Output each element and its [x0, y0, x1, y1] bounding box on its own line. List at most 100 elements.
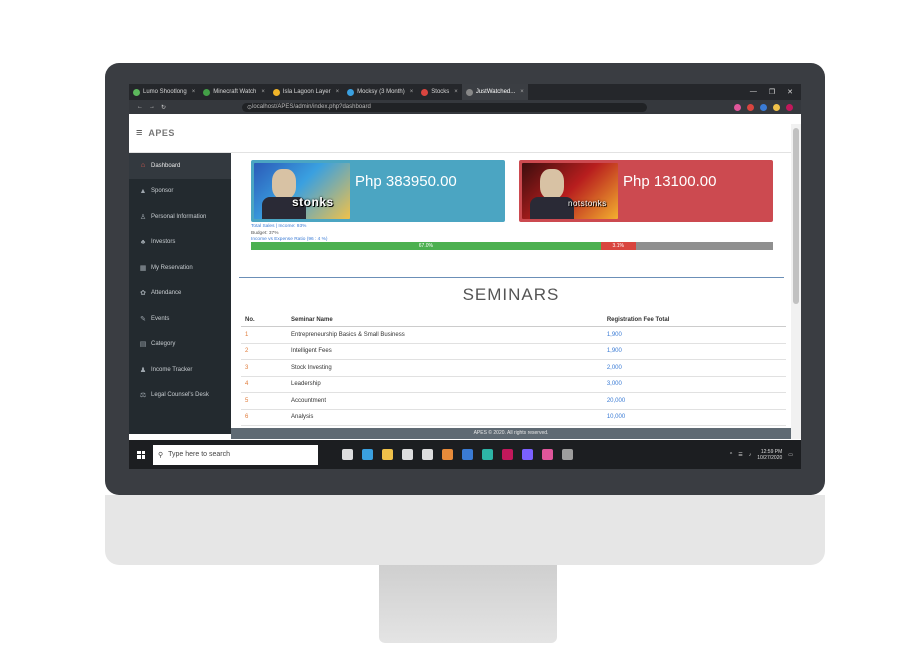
- meme-face: [540, 169, 564, 199]
- taskbar-search[interactable]: ⚲ Type here to search: [153, 444, 318, 465]
- sidebar-item[interactable]: ▤ Category: [129, 332, 231, 358]
- taskbar-app-icon[interactable]: [442, 449, 453, 460]
- taskbar-app-icon[interactable]: [502, 449, 513, 460]
- tab-label: Stocks: [431, 89, 450, 95]
- browser-tab[interactable]: Minecraft Watch ×: [199, 84, 269, 100]
- windows-start-icon[interactable]: [137, 450, 145, 459]
- menu-icon[interactable]: ≡: [136, 127, 142, 139]
- sidebar-item[interactable]: ⚖ Legal Counsel's Desk: [129, 383, 231, 409]
- network-icon[interactable]: ☰: [738, 452, 742, 458]
- sidebar-item-label: Dashboard: [151, 162, 181, 169]
- profile-avatar[interactable]: [786, 103, 793, 111]
- dashboard-content: stonks Php 383950.00 notstonks Php 13100…: [231, 153, 791, 428]
- clock-date: 10/27/2020: [757, 454, 783, 461]
- seminar-name: Accountment: [287, 392, 603, 410]
- close-icon[interactable]: ×: [520, 89, 524, 95]
- browser-tab-bar: Lumo Shootlong × Minecraft Watch × Isla Lago…: [129, 84, 801, 100]
- scrollbar-thumb[interactable]: [793, 128, 799, 304]
- close-window-icon[interactable]: ✕: [787, 88, 793, 96]
- row-number: 3: [241, 359, 287, 377]
- sidebar-item[interactable]: ✎ Events: [129, 306, 231, 332]
- forward-icon[interactable]: →: [149, 104, 155, 110]
- reload-icon[interactable]: ↻: [161, 104, 166, 111]
- app-header: ≡ APES: [129, 114, 801, 153]
- sidebar-item-icon: ▤: [139, 341, 147, 349]
- taskbar-app-icon[interactable]: [562, 449, 573, 460]
- sidebar-item[interactable]: ♣ Investors: [129, 230, 231, 256]
- chevron-up-icon[interactable]: ^: [730, 452, 732, 458]
- sidebar-item-icon: ✎: [140, 315, 146, 323]
- stonks-text: stonks: [292, 195, 334, 209]
- close-icon[interactable]: ×: [336, 89, 340, 95]
- column-header: No.: [241, 313, 287, 327]
- back-icon[interactable]: ←: [137, 104, 143, 110]
- table-row[interactable]: 6 Analysis 10,000: [241, 409, 786, 426]
- monitor-chin: [105, 495, 825, 565]
- income-card[interactable]: stonks Php 383950.00: [251, 160, 505, 222]
- taskbar-app-icon[interactable]: [542, 449, 553, 460]
- tab-label: Mocksy (3 Month): [357, 89, 405, 95]
- table-row[interactable]: 3 Stock Investing 2,000: [241, 359, 786, 377]
- taskbar-app-icon[interactable]: [522, 449, 533, 460]
- registration-fee: 2,000: [602, 359, 786, 377]
- table-row[interactable]: 1 Entrepreneurship Basics & Small Busines…: [241, 326, 786, 344]
- sidebar-item-icon: ♟: [139, 366, 147, 374]
- seminars-table: No. Seminar Name Registration Fee Total …: [241, 313, 786, 426]
- browser-tab[interactable]: Lumo Shootlong ×: [129, 84, 199, 100]
- address-bar[interactable]: ⊙ localhost/APES/admin/index.php?dashboa…: [242, 102, 648, 112]
- sidebar-item[interactable]: ♟ Income Tracker: [129, 357, 231, 383]
- sidebar-item-label: Personal Information: [151, 213, 207, 220]
- maximize-icon[interactable]: ❐: [769, 88, 775, 96]
- minimize-icon[interactable]: —: [750, 88, 757, 96]
- taskbar-app-icon[interactable]: [422, 449, 433, 460]
- taskbar-app-icon[interactable]: [402, 449, 413, 460]
- search-icon: ⚲: [158, 451, 164, 459]
- stonks-image: stonks: [254, 163, 350, 219]
- close-icon[interactable]: ×: [192, 89, 196, 95]
- address-text: localhost/APES/admin/index.php?dashboard: [252, 104, 371, 110]
- taskbar-app-icon[interactable]: [382, 449, 393, 460]
- sidebar-item[interactable]: ♙ Personal Information: [129, 204, 231, 230]
- notification-icon[interactable]: ▭: [788, 452, 793, 458]
- clock[interactable]: 12:59 PM 10/27/2020: [757, 449, 782, 461]
- extension-icon[interactable]: [747, 103, 754, 111]
- sidebar-item[interactable]: ▦ My Reservation: [129, 255, 231, 281]
- registration-fee: 1,900: [602, 343, 786, 360]
- extension-icon[interactable]: [734, 103, 741, 111]
- extension-icon[interactable]: [760, 103, 767, 111]
- browser-tab[interactable]: Mocksy (3 Month) ×: [343, 84, 417, 100]
- sidebar: ⌂ Dashboard ▲ Sponsor ♙ Personal Information ♣…: [129, 153, 231, 434]
- browser-tab[interactable]: Isla Lagoon Layer ×: [269, 84, 343, 100]
- expense-card[interactable]: notstonks Php 13100.00: [519, 160, 773, 222]
- page-scrollbar[interactable]: [791, 124, 801, 439]
- taskbar-app-icon[interactable]: [342, 449, 353, 460]
- table-row[interactable]: 4 Leadership 3,000: [241, 376, 786, 393]
- tab-favicon-icon: [203, 88, 211, 96]
- extensions-area: [734, 103, 801, 111]
- sidebar-item-icon: ⌂: [140, 162, 146, 170]
- sidebar-item-icon: ✿: [140, 290, 146, 298]
- extension-icon[interactable]: [773, 103, 780, 111]
- tab-favicon-icon: [421, 88, 429, 96]
- taskbar-app-icon[interactable]: [482, 449, 493, 460]
- taskbar-app-icon[interactable]: [362, 449, 373, 460]
- browser-tab[interactable]: JustWatched... ×: [461, 84, 528, 100]
- sidebar-item[interactable]: ⌂ Dashboard: [129, 153, 231, 179]
- sidebar-item-label: Legal Counsel's Desk: [151, 392, 209, 399]
- table-row[interactable]: 2 Intelligent Fees 1,900: [241, 343, 786, 360]
- tab-favicon-icon: [465, 88, 473, 96]
- close-icon[interactable]: ×: [410, 89, 414, 95]
- volume-icon[interactable]: ♪: [749, 452, 752, 458]
- sidebar-item-icon: ♣: [140, 238, 146, 246]
- seminars-title: SEMINARS: [462, 285, 560, 304]
- pinned-apps: [342, 449, 573, 460]
- sidebar-item[interactable]: ▲ Sponsor: [129, 179, 231, 205]
- taskbar-app-icon[interactable]: [462, 449, 473, 460]
- sidebar-item[interactable]: ✿ Attendance: [129, 281, 231, 307]
- sidebar-item-label: Attendance: [151, 290, 182, 297]
- close-icon[interactable]: ×: [454, 89, 458, 95]
- tab-label: Minecraft Watch: [213, 89, 257, 95]
- close-icon[interactable]: ×: [261, 89, 265, 95]
- table-row[interactable]: 5 Accountment 20,000: [241, 392, 786, 410]
- browser-tab[interactable]: Stocks ×: [417, 84, 462, 100]
